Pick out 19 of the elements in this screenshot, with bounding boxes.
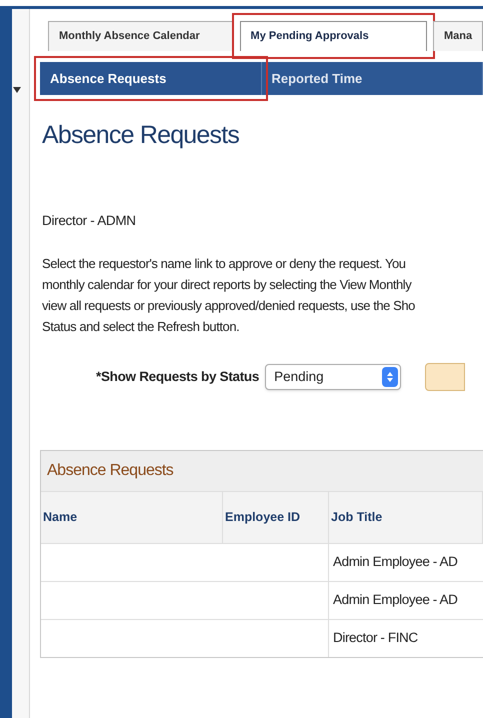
tab[interactable]: My Pending Approvals xyxy=(240,21,427,51)
dropdown-arrow-icon xyxy=(13,87,21,93)
filter-label: *Show Requests by Status xyxy=(96,368,260,386)
tab[interactable]: Monthly Absence Calendar xyxy=(48,21,234,51)
table-cell-text: Admin Employee - AD xyxy=(332,591,458,610)
subtab[interactable]: Reported Time xyxy=(262,62,483,95)
stepper-icon xyxy=(382,366,398,387)
column-header: Job Title xyxy=(329,492,483,543)
status-select[interactable]: Pending xyxy=(265,364,402,390)
page-title: Absence Requests xyxy=(42,120,240,151)
column-header: Employee ID xyxy=(223,492,329,543)
panel-title: Absence Requests xyxy=(47,460,174,481)
table-cell-text: Admin Employee - AD xyxy=(332,553,458,572)
table-cell-text: Director - FINC xyxy=(332,629,419,648)
refresh-button[interactable] xyxy=(425,362,466,391)
instructions: Select the requestor's name link to approve or deny the request. You monthly calendar for your direct reports by selecting the View Monthly view all requests or previously approved/denied requests, use the Sho Status and select the Refresh button. xyxy=(42,254,416,336)
tab[interactable]: Mana xyxy=(433,21,483,51)
column-header: Name xyxy=(41,492,223,543)
role-label: Director - ADMN xyxy=(42,212,137,230)
